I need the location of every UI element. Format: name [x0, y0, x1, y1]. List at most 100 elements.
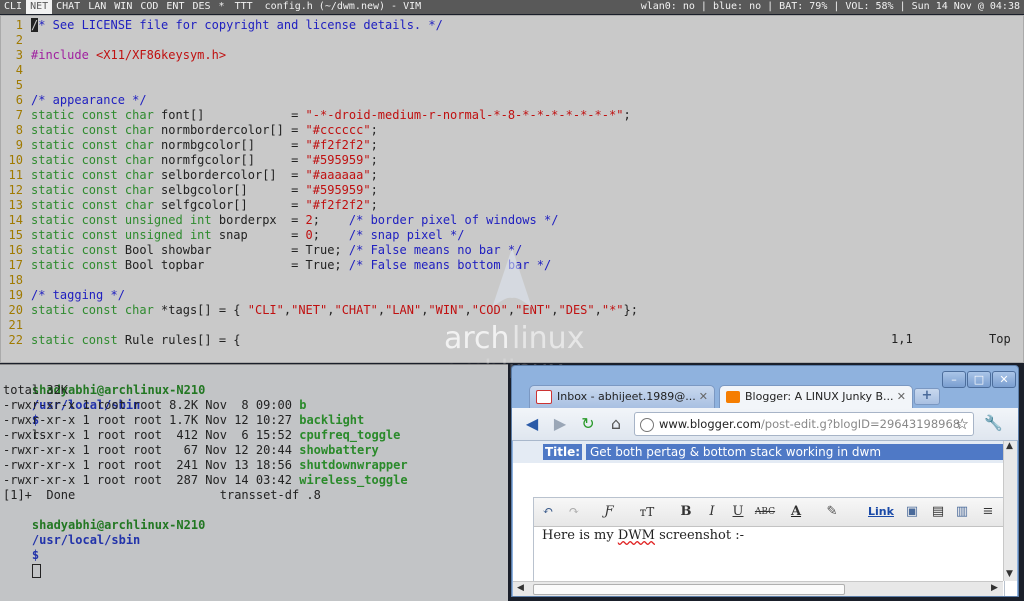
- vim-ruler-position: 1,1: [891, 332, 913, 346]
- wrench-menu-icon[interactable]: 🔧: [984, 414, 1003, 432]
- code-token: "CHAT": [334, 303, 378, 317]
- close-tab-icon[interactable]: ✕: [897, 386, 906, 408]
- code-line: 1/* See LICENSE file for copyright and l…: [1, 18, 443, 33]
- bookmark-star-icon[interactable]: ☆: [956, 413, 969, 435]
- terminal-window[interactable]: shadyabhi@archlinux-N210 /usr/local/sbin…: [0, 364, 508, 601]
- code-token: "DES": [558, 303, 595, 317]
- horizontal-scroll-thumb[interactable]: [533, 584, 845, 595]
- align-icon[interactable]: ≡: [980, 503, 996, 521]
- tag-net[interactable]: NET: [26, 0, 53, 14]
- post-body[interactable]: Here is my DWM screenshot :-: [542, 528, 744, 543]
- tab-gmail[interactable]: Inbox - abhijeet.1989@... ✕: [529, 385, 715, 408]
- dwm-status-bar: CLI NET CHAT LAN WIN COD ENT DES * TTT config.h …: [0, 0, 1024, 14]
- font-family-button[interactable]: Ƒ: [596, 503, 622, 521]
- back-icon[interactable]: ◀: [522, 414, 542, 434]
- close-tab-icon[interactable]: ✕: [699, 386, 708, 408]
- code-token: Bool showbar = True;: [124, 243, 349, 257]
- code-line: 3 #include <X11/XF86keysym.h>: [1, 48, 226, 63]
- video-icon[interactable]: ▤: [930, 503, 946, 521]
- terminal-line: -rwxr-xr-x 1 root root 287 Nov 14 03:42 …: [3, 473, 408, 488]
- layout-symbol[interactable]: TTT: [229, 0, 259, 14]
- url-path: /post-edit.g?blogID=29643198968: [760, 417, 961, 431]
- terminal-line: -rwxr-xr-x 1 root root 241 Nov 13 18:56 …: [3, 458, 408, 473]
- tag-win[interactable]: WIN: [110, 0, 136, 14]
- code-token: selbgcolor[] =: [161, 183, 306, 197]
- code-token: static const unsigned int: [31, 213, 219, 227]
- executable-file-name: shutdownwrapper: [299, 458, 408, 472]
- scroll-up-icon[interactable]: ▲: [1006, 441, 1013, 451]
- code-token: selfgcolor[] =: [161, 198, 306, 212]
- tag-cli[interactable]: CLI: [0, 0, 26, 14]
- strikethrough-button[interactable]: ABC: [754, 503, 776, 521]
- code-token: ;: [623, 108, 631, 122]
- underline-button[interactable]: U: [730, 503, 746, 521]
- highlight-icon[interactable]: ✎: [822, 503, 842, 521]
- line-number: 5: [15, 78, 23, 92]
- code-token: "-*-droid-medium-r-normal-*-8-*-*-*-*-*-…: [305, 108, 624, 122]
- code-line: 2: [1, 33, 31, 48]
- tab-blogger[interactable]: Blogger: A LINUX Junky B... ✕: [719, 385, 913, 408]
- code-token: "CLI": [247, 303, 284, 317]
- link-button[interactable]: Link: [868, 503, 894, 521]
- close-window-button[interactable]: ✕: [992, 371, 1016, 388]
- tag-lan[interactable]: LAN: [84, 0, 110, 14]
- code-token: static const char: [31, 198, 162, 212]
- redo-icon[interactable]: ↷: [566, 503, 582, 521]
- tag-cod[interactable]: COD: [136, 0, 162, 14]
- tag-des[interactable]: DES: [188, 0, 214, 14]
- forward-icon[interactable]: ▶: [550, 414, 570, 434]
- post-title-input[interactable]: Get both pertag & bottom stack working i…: [586, 444, 1005, 460]
- text-color-button[interactable]: A: [788, 503, 804, 521]
- url-host: www.blogger.com: [659, 417, 761, 431]
- terminal-text: total 32K: [3, 383, 69, 397]
- scroll-right-icon[interactable]: ▶: [991, 583, 998, 593]
- minimize-button[interactable]: –: [942, 371, 966, 388]
- code-token: static const: [31, 333, 125, 347]
- code-token: "#f2f2f2": [305, 138, 371, 152]
- line-number: 2: [15, 33, 23, 47]
- scroll-left-icon[interactable]: ◀: [517, 583, 524, 593]
- status-text: wlan0: no | blue: no | BAT: 79% | VOL: 5…: [634, 0, 1024, 14]
- code-line: 18: [1, 273, 31, 288]
- terminal-line: -rwxr-xr-x 1 root root 1.7K Nov 12 10:27…: [3, 413, 364, 428]
- chrome-window[interactable]: – □ ✕ Inbox - abhijeet.1989@... ✕ Blogge…: [511, 365, 1019, 597]
- home-icon[interactable]: ⌂: [606, 414, 626, 434]
- line-number: 14: [8, 213, 23, 227]
- italic-button[interactable]: I: [704, 503, 720, 521]
- image-icon[interactable]: ▣: [904, 503, 920, 521]
- page-icon: [640, 417, 654, 432]
- code-line: 4: [1, 63, 31, 78]
- code-line: 16 static const Bool showbar = True; /* F…: [1, 243, 523, 258]
- vim-window[interactable]: 1/* See LICENSE file for copyright and l…: [0, 15, 1024, 363]
- terminal-prompt-line-current[interactable]: shadyabhi@archlinux-N210 /usr/local/sbin…: [3, 503, 205, 578]
- line-number: 13: [8, 198, 23, 212]
- code-token: static const: [31, 258, 125, 272]
- font-size-button[interactable]: тT: [632, 503, 662, 521]
- post-title-row: Title: Get both pertag & bottom stack wo…: [513, 441, 1005, 463]
- code-token: "COD": [471, 303, 508, 317]
- tag-chat[interactable]: CHAT: [52, 0, 84, 14]
- tag-all[interactable]: *: [215, 0, 229, 14]
- scroll-down-icon[interactable]: ▼: [1006, 569, 1013, 579]
- horizontal-scrollbar[interactable]: ◀ ▶: [513, 581, 1003, 596]
- undo-icon[interactable]: ↶: [540, 503, 556, 521]
- code-token: #include: [31, 48, 97, 62]
- code-token: ;: [370, 123, 378, 137]
- line-number: 11: [8, 168, 23, 182]
- new-tab-button[interactable]: +: [914, 388, 940, 405]
- vertical-scrollbar[interactable]: ▲ ▼: [1003, 441, 1017, 581]
- address-bar[interactable]: www.blogger.com/post-edit.g?blogID=29643…: [634, 412, 974, 436]
- tag-ent[interactable]: ENT: [162, 0, 188, 14]
- tab-label: Inbox - abhijeet.1989@...: [557, 390, 696, 403]
- code-token: ,: [377, 303, 386, 317]
- jump-break-icon[interactable]: ▥: [954, 503, 970, 521]
- reload-icon[interactable]: ↻: [578, 414, 598, 434]
- code-token: "#aaaaaa": [305, 168, 371, 182]
- terminal-cursor: [31, 563, 41, 578]
- code-line: 17 static const Bool topbar = True; /* Fa…: [1, 258, 552, 273]
- code-token: static const char: [31, 168, 162, 182]
- maximize-button[interactable]: □: [967, 371, 991, 388]
- bold-button[interactable]: B: [678, 503, 694, 521]
- page-content[interactable]: Title: Get both pertag & bottom stack wo…: [513, 441, 1017, 596]
- code-token: /* appearance */: [31, 93, 147, 107]
